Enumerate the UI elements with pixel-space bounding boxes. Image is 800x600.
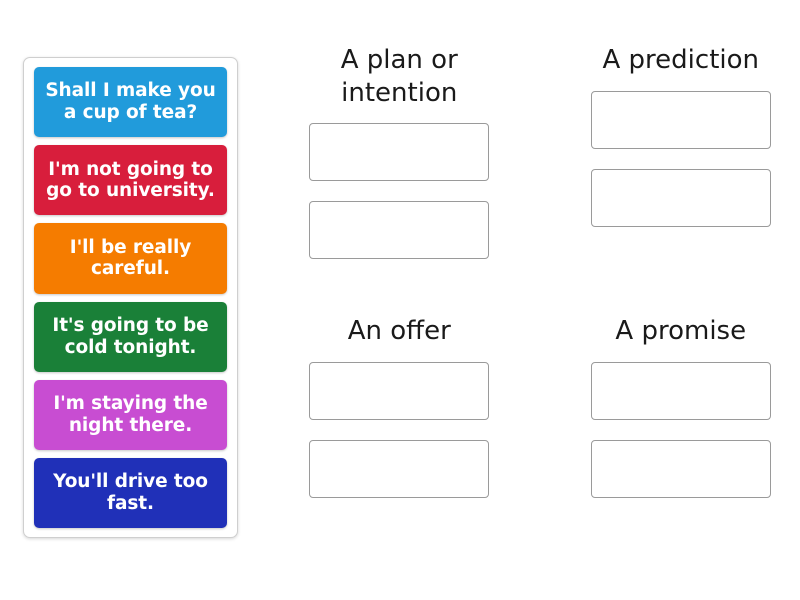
- drop-slot[interactable]: [590, 168, 771, 227]
- category-an-offer: An offer: [300, 315, 499, 554]
- category-a-prediction: A prediction: [582, 44, 781, 283]
- card-label: You'll drive too fast.: [53, 471, 208, 514]
- drop-slot[interactable]: [590, 361, 771, 420]
- drop-slot-group: [590, 361, 771, 498]
- drop-slot-group: [309, 361, 490, 498]
- card-label: Shall I make you a cup of tea?: [45, 80, 216, 124]
- card-youll-drive-too-fast[interactable]: You'll drive too fast.: [34, 457, 227, 529]
- category-grid: A plan or intention A prediction An offer A…: [300, 44, 780, 554]
- card-im-staying-the-night-there[interactable]: I'm staying the night there.: [34, 379, 227, 450]
- drop-slot[interactable]: [309, 361, 490, 420]
- card-label: I'll be really careful.: [69, 236, 192, 280]
- category-a-plan-or-intention: A plan or intention: [300, 44, 499, 283]
- card-im-not-going-to-go-to-university[interactable]: I'm not going to go to university.: [34, 145, 227, 216]
- card-tray: Shall I make you a cup of tea? I'm not go…: [23, 57, 238, 538]
- drop-slot[interactable]: [309, 123, 490, 181]
- card-label: I'm not going to go to university.: [46, 158, 215, 202]
- category-title: A plan or intention: [340, 45, 458, 108]
- drop-slot[interactable]: [590, 90, 771, 149]
- card-its-going-to-be-cold-tonight[interactable]: It's going to be cold tonight.: [34, 301, 227, 372]
- category-title: A promise: [615, 316, 747, 346]
- card-label: I'm staying the night there.: [53, 393, 208, 436]
- card-ill-be-really-careful[interactable]: I'll be really careful.: [34, 223, 227, 294]
- drop-slot[interactable]: [590, 439, 771, 498]
- category-title: A prediction: [602, 45, 760, 75]
- drop-slot[interactable]: [309, 201, 490, 259]
- card-list: Shall I make you a cup of tea? I'm not go…: [34, 67, 227, 529]
- drop-slot-group: [309, 123, 490, 259]
- drop-slot[interactable]: [309, 439, 490, 498]
- category-a-promise: A promise: [582, 315, 781, 554]
- category-title: An offer: [347, 316, 451, 346]
- drop-slot-group: [590, 90, 771, 227]
- card-label: It's going to be cold tonight.: [52, 314, 209, 358]
- card-shall-i-make-you-a-cup-of-tea[interactable]: Shall I make you a cup of tea?: [34, 67, 227, 138]
